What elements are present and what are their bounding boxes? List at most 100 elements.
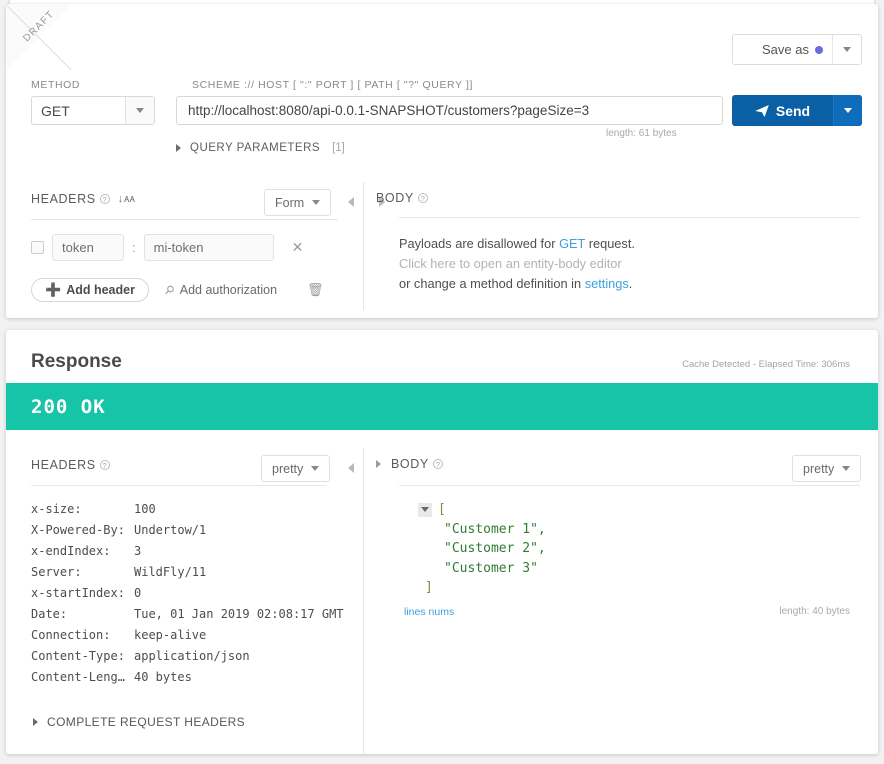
json-open-bracket: [ bbox=[438, 502, 446, 518]
save-as-dropdown-caret[interactable] bbox=[832, 35, 861, 64]
chevron-left-icon bbox=[348, 463, 354, 473]
delete-all-headers-icon[interactable]: 🗑 bbox=[307, 282, 324, 298]
json-fold-toggle[interactable] bbox=[418, 502, 432, 517]
response-header-row: X-Powered-By: Undertow/1 bbox=[31, 519, 344, 540]
header-actions-row: ➕ Add header ⚲ Add authorization 🗑 bbox=[31, 278, 324, 302]
response-status-bar: 200 OK bbox=[6, 383, 878, 430]
request-card: DRAFT METHOD SCHEME :// HOST [ ":" PORT … bbox=[6, 4, 878, 318]
response-headers-view-select[interactable]: pretty bbox=[261, 455, 331, 482]
method-select-caret[interactable] bbox=[125, 97, 154, 124]
response-header-value: 100 bbox=[134, 501, 156, 516]
query-parameters-toggle[interactable]: QUERY PARAMETERS [1] bbox=[176, 142, 345, 154]
collapse-left-arrow[interactable] bbox=[340, 191, 362, 213]
sort-az-icon[interactable]: ↓ ᴀᴀ bbox=[118, 193, 135, 205]
response-header-value: Tue, 01 Jan 2019 02:08:17 GMT bbox=[134, 606, 344, 621]
query-parameters-count: [1] bbox=[332, 142, 345, 154]
chevron-down-icon bbox=[312, 200, 321, 205]
request-body-message-line3: or change a method definition in setting… bbox=[399, 276, 632, 291]
response-header-value: Undertow/1 bbox=[134, 522, 207, 537]
save-as-label: Save as bbox=[762, 42, 809, 57]
url-length-label: length: 61 bytes bbox=[606, 128, 677, 139]
json-item-value: "Customer 1", bbox=[444, 521, 546, 537]
request-body-message-line2[interactable]: Click here to open an entity-body editor bbox=[399, 256, 622, 271]
lines-nums-toggle[interactable]: lines nums bbox=[404, 606, 454, 618]
remove-header-icon[interactable]: ✕ bbox=[292, 239, 304, 256]
response-header-key: x-size: bbox=[31, 501, 82, 516]
response-body-view-value: pretty bbox=[803, 461, 835, 476]
add-header-label: Add header bbox=[66, 283, 135, 297]
chevron-down-icon bbox=[844, 108, 852, 113]
response-headers-underline bbox=[31, 485, 326, 486]
json-item: "Customer 2", bbox=[418, 539, 546, 559]
add-header-button[interactable]: ➕ Add header bbox=[31, 278, 149, 302]
response-body-header: BODY ? bbox=[376, 457, 443, 471]
method-select[interactable]: GET bbox=[31, 96, 155, 125]
plus-icon: ➕ bbox=[45, 282, 62, 297]
json-item-value: "Customer 3" bbox=[444, 560, 538, 576]
response-header-key: Content-Leng… bbox=[31, 669, 125, 684]
complete-request-headers-toggle[interactable]: COMPLETE REQUEST HEADERS bbox=[33, 715, 245, 729]
send-button[interactable]: Send bbox=[732, 95, 862, 126]
chevron-left-icon bbox=[348, 197, 354, 207]
request-headers-view-select[interactable]: Form bbox=[264, 189, 332, 216]
body-msg-settings-link[interactable]: settings bbox=[585, 276, 629, 291]
response-header-row: Connection: keep-alive bbox=[31, 624, 344, 645]
send-label: Send bbox=[775, 102, 811, 119]
response-headers-view-value: pretty bbox=[272, 461, 304, 476]
body-msg3-prefix: or change a method definition in bbox=[399, 276, 585, 291]
chevron-down-icon bbox=[311, 466, 320, 471]
send-button-inner[interactable]: Send bbox=[732, 95, 833, 126]
body-msg-prefix: Payloads are disallowed for bbox=[399, 236, 560, 251]
header-row-checkbox[interactable] bbox=[31, 241, 44, 254]
json-item-value: "Customer 2", bbox=[444, 541, 546, 557]
json-open-bracket-line: [ bbox=[418, 500, 546, 520]
response-body-underline bbox=[399, 485, 860, 486]
response-header-key: x-startIndex: bbox=[31, 585, 125, 600]
response-header-row: x-startIndex: 0 bbox=[31, 582, 344, 603]
save-as-button-inner[interactable]: Save as bbox=[733, 35, 832, 64]
save-as-button[interactable]: Save as bbox=[732, 34, 862, 65]
json-item: "Customer 3" bbox=[418, 559, 546, 579]
response-header-row: Content-Type: application/json bbox=[31, 645, 344, 666]
help-icon[interactable]: ? bbox=[432, 459, 443, 469]
chevron-down-icon bbox=[843, 47, 851, 52]
request-headers-underline bbox=[31, 219, 338, 220]
request-headers-title: HEADERS bbox=[31, 192, 96, 206]
add-authorization-label: Add authorization bbox=[179, 283, 278, 297]
add-authorization-button[interactable]: ⚲ Add authorization bbox=[161, 282, 278, 298]
header-key-input[interactable]: token bbox=[52, 234, 124, 261]
response-header-key: X-Powered-By: bbox=[31, 522, 125, 537]
chevron-right-icon[interactable] bbox=[376, 460, 381, 468]
chevron-down-icon bbox=[842, 466, 851, 471]
response-header-row: x-endIndex: 3 bbox=[31, 540, 344, 561]
help-icon[interactable]: ? bbox=[417, 193, 428, 203]
header-value-input[interactable]: mi-token bbox=[143, 234, 274, 261]
response-header-row: Content-Leng… 40 bytes bbox=[31, 666, 344, 687]
url-field-label: SCHEME :// HOST [ ":" PORT ] [ PATH [ "?… bbox=[192, 79, 474, 91]
help-icon[interactable]: ? bbox=[99, 460, 110, 470]
response-status-text: 200 OK bbox=[31, 395, 106, 418]
chevron-right-icon bbox=[176, 144, 181, 152]
response-header-row: x-size: 100 bbox=[31, 498, 344, 519]
response-header-value: 3 bbox=[134, 543, 142, 558]
response-headers-header: HEADERS ? bbox=[31, 458, 110, 472]
response-body-view-select[interactable]: pretty bbox=[792, 455, 862, 482]
chevron-right-icon bbox=[33, 718, 38, 726]
response-header-key: Server: bbox=[31, 564, 82, 579]
body-msg3-suffix: . bbox=[628, 276, 633, 291]
header-row: token : mi-token ✕ bbox=[31, 234, 303, 261]
response-header-key: Connection: bbox=[31, 627, 111, 642]
response-header-value: 40 bytes bbox=[134, 669, 192, 684]
request-body-message-line1: Payloads are disallowed for GET request. bbox=[399, 236, 635, 251]
app-root: DRAFT METHOD SCHEME :// HOST [ ":" PORT … bbox=[0, 0, 884, 764]
paper-plane-icon bbox=[755, 104, 769, 117]
send-dropdown-caret[interactable] bbox=[833, 95, 862, 126]
url-input[interactable]: http://localhost:8080/api-0.0.1-SNAPSHOT… bbox=[176, 96, 723, 125]
help-icon[interactable]: ? bbox=[99, 194, 110, 204]
body-msg-method-link[interactable]: GET bbox=[559, 236, 585, 251]
response-title: Response bbox=[31, 351, 122, 372]
response-collapse-left-arrow[interactable] bbox=[340, 457, 362, 479]
complete-request-headers-label: COMPLETE REQUEST HEADERS bbox=[47, 715, 246, 729]
json-close-bracket-line: ] bbox=[418, 578, 546, 598]
response-headers-title: HEADERS bbox=[31, 458, 96, 472]
